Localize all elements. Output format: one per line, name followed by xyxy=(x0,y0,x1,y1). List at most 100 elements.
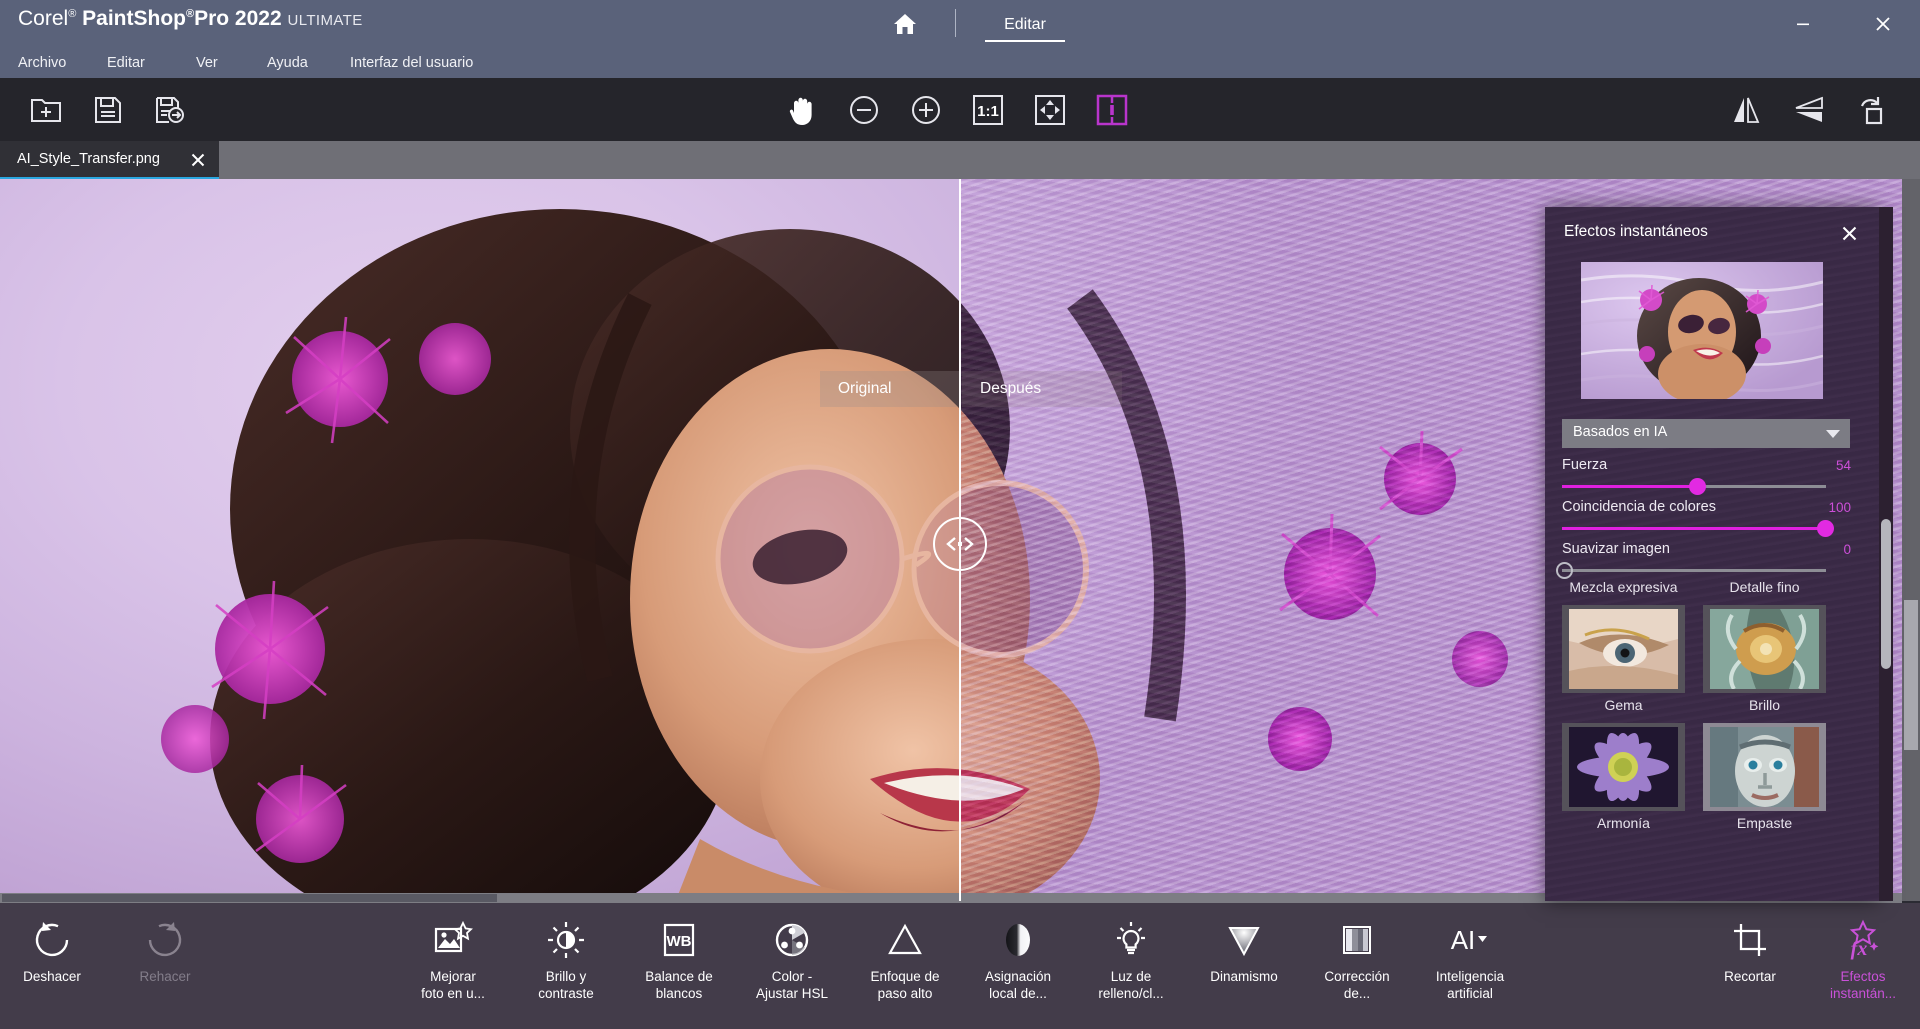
undo-icon xyxy=(31,917,73,963)
brand-registered-1: ® xyxy=(68,8,77,20)
brand-edition: ULTIMATE xyxy=(287,12,363,29)
vibrancy-button[interactable]: Dinamismo xyxy=(1192,917,1296,1017)
panel-title: Efectos instantáneos xyxy=(1564,223,1708,240)
white-balance-button[interactable]: WB Balance de blancos xyxy=(627,917,731,1017)
canvas-vertical-scrollbar[interactable] xyxy=(1902,179,1920,901)
bulb-icon xyxy=(1111,917,1151,963)
zoom-actual-size-icon[interactable]: 1:1 xyxy=(966,89,1010,131)
rotate-right-icon[interactable] xyxy=(1848,89,1892,131)
preset-thumb-brillo[interactable] xyxy=(1703,605,1826,693)
effect-preview-thumbnail[interactable] xyxy=(1581,262,1823,399)
menu-item-ayuda[interactable]: Ayuda xyxy=(267,48,308,78)
close-icon[interactable] xyxy=(1835,219,1863,247)
preset-thumb-gema[interactable] xyxy=(1562,605,1685,693)
document-tab[interactable]: AI_Style_Transfer.png xyxy=(0,141,219,179)
crop-button[interactable]: Recortar xyxy=(1698,917,1802,1017)
redo-icon xyxy=(144,917,186,963)
tone-map-icon xyxy=(998,917,1038,963)
brightness-icon xyxy=(546,917,586,963)
wb-icon: WB xyxy=(659,917,699,963)
slider-fuerza[interactable] xyxy=(1562,478,1826,495)
preset-label-armonia: Armonía xyxy=(1597,815,1650,831)
canvas-vertical-scrollbar-thumb[interactable] xyxy=(1904,600,1918,750)
slider-label-fuerza: Fuerza xyxy=(1562,457,1608,473)
menu-item-ver[interactable]: Ver xyxy=(196,48,218,78)
canvas-horizontal-scrollbar-thumb[interactable] xyxy=(2,894,497,902)
redo-label: Rehacer xyxy=(139,969,191,984)
close-icon[interactable] xyxy=(1860,6,1906,42)
fill-light-clarity-label: Luz de relleno/cl... xyxy=(1098,969,1164,1001)
color-hsl-button[interactable]: Color - Ajustar HSL xyxy=(740,917,844,1017)
flip-vertical-icon[interactable] xyxy=(1786,89,1830,131)
ai-button[interactable]: AI Inteligencia artificial xyxy=(1418,917,1522,1017)
svg-text:AI: AI xyxy=(1451,925,1476,955)
menu-item-archivo[interactable]: Archivo xyxy=(18,48,66,78)
slider-value-coincidencia-colores: 100 xyxy=(1828,500,1851,515)
effect-category-selected-value: Basados en IA xyxy=(1573,424,1668,440)
slider-suavizar-imagen[interactable] xyxy=(1556,562,1826,579)
preset-thumb-armonia-image xyxy=(1569,727,1678,807)
top-toolbar: 1:1 xyxy=(0,78,1920,141)
effect-category-select[interactable]: Basados en IA xyxy=(1562,419,1850,448)
flip-horizontal-icon[interactable] xyxy=(1724,89,1768,131)
slider-knob-fuerza[interactable] xyxy=(1688,478,1706,495)
home-icon[interactable] xyxy=(888,8,922,40)
document-tab-strip: AI_Style_Transfer.png xyxy=(0,141,1920,179)
preset-thumb-gema-image xyxy=(1569,609,1678,689)
undo-button[interactable]: Deshacer xyxy=(0,917,104,1017)
open-folder-icon[interactable] xyxy=(24,89,68,131)
color-hsl-label: Color - Ajustar HSL xyxy=(755,969,829,1001)
preset-thumb-brillo-image xyxy=(1710,609,1819,689)
crop-label: Recortar xyxy=(1724,969,1776,984)
vibrancy-label: Dinamismo xyxy=(1210,969,1278,984)
brightness-contrast-label: Brillo y contraste xyxy=(538,969,594,1001)
menu-item-editar[interactable]: Editar xyxy=(107,48,145,78)
zoom-out-icon[interactable] xyxy=(842,89,886,131)
fit-to-window-icon[interactable] xyxy=(1028,89,1072,131)
correction-button[interactable]: Corrección de... xyxy=(1305,917,1409,1017)
slider-knob-suavizar-imagen[interactable] xyxy=(1556,562,1573,579)
local-tone-mapping-label: Asignación local de... xyxy=(984,969,1052,1001)
split-preview-icon[interactable] xyxy=(1090,89,1134,131)
canvas-before-half xyxy=(0,179,960,901)
brightness-contrast-button[interactable]: Brillo y contraste xyxy=(514,917,618,1017)
fill-light-clarity-button[interactable]: Luz de relleno/cl... xyxy=(1079,917,1183,1017)
preset-thumb-empaste[interactable] xyxy=(1703,723,1826,811)
save-as-icon[interactable] xyxy=(148,89,192,131)
label-before: Original xyxy=(820,371,960,407)
local-tone-mapping-button[interactable]: Asignación local de... xyxy=(966,917,1070,1017)
app-brand-title: Corel® PaintShop®Pro 2022 ULTIMATE xyxy=(18,7,363,31)
slider-value-suavizar-imagen: 0 xyxy=(1843,542,1851,557)
save-icon[interactable] xyxy=(86,89,130,131)
preset-thumb-empaste-image xyxy=(1710,727,1819,807)
minimize-icon[interactable] xyxy=(1780,6,1826,42)
magic-photo-icon xyxy=(433,917,473,963)
chevron-down-icon xyxy=(1826,430,1840,438)
levels-icon xyxy=(1337,917,1377,963)
redo-button[interactable]: Rehacer xyxy=(113,917,217,1017)
split-drag-handle-icon[interactable] xyxy=(933,517,987,571)
menu-item-interfaz-usuario[interactable]: Interfaz del usuario xyxy=(350,48,473,78)
high-pass-sharpen-button[interactable]: Enfoque de paso alto xyxy=(853,917,957,1017)
effects-panel-scrollbar-thumb[interactable] xyxy=(1881,519,1891,669)
pan-hand-icon[interactable] xyxy=(780,89,824,131)
svg-text:fx: fx xyxy=(1851,938,1868,960)
slider-value-fuerza: 54 xyxy=(1835,458,1851,473)
preset-label-brillo: Brillo xyxy=(1748,697,1781,713)
fx-star-icon: fx xyxy=(1841,917,1885,963)
svg-text:1:1: 1:1 xyxy=(977,103,999,120)
tab-editar[interactable]: Editar xyxy=(985,6,1065,44)
brand-pro-year: Pro 2022 xyxy=(194,7,282,30)
enhance-photo-label: Mejorar foto en u... xyxy=(421,969,485,1001)
slider-coincidencia-colores[interactable] xyxy=(1562,520,1834,537)
preset-thumb-armonia[interactable] xyxy=(1562,723,1685,811)
brand-paintshop: PaintShop xyxy=(82,7,186,30)
bottom-toolbar: Deshacer Rehacer Mejorar foto en u... Br… xyxy=(0,903,1920,1029)
high-pass-sharpen-label: Enfoque de paso alto xyxy=(870,969,940,1001)
zoom-in-icon[interactable] xyxy=(904,89,948,131)
instant-effects-button[interactable]: fx Efectos instantán... xyxy=(1811,917,1915,1017)
slider-knob-coincidencia-colores[interactable] xyxy=(1817,520,1834,537)
preset-category-detalle-fino: Detalle fino xyxy=(1729,579,1800,595)
close-icon[interactable] xyxy=(188,150,208,170)
enhance-photo-button[interactable]: Mejorar foto en u... xyxy=(401,917,505,1017)
